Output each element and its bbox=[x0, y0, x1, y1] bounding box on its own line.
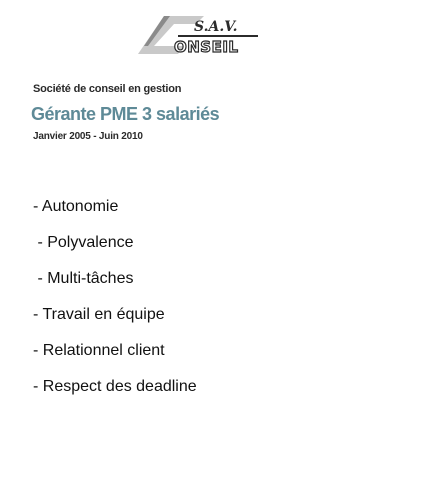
skill-item: - Travail en équipe bbox=[33, 306, 165, 323]
skill-item: - Autonomie bbox=[33, 198, 119, 215]
skill-item: - Multi-tâches bbox=[33, 270, 134, 287]
employment-dates: Janvier 2005 - Juin 2010 bbox=[33, 131, 143, 142]
company-description: Société de conseil en gestion bbox=[33, 83, 182, 95]
logo-bottom-text: ONSEIL bbox=[174, 38, 239, 56]
logo-bar bbox=[178, 35, 258, 37]
skill-item: - Relationnel client bbox=[33, 342, 165, 359]
logo-top-text: S.A.V. bbox=[194, 19, 238, 35]
company-logo: S.A.V. ONSEIL bbox=[134, 14, 264, 58]
sav-conseil-logo-icon: S.A.V. ONSEIL bbox=[138, 16, 258, 57]
skill-item: - Respect des deadline bbox=[33, 378, 197, 395]
skill-item: - Polyvalence bbox=[33, 234, 134, 251]
job-title: Gérante PME 3 salariés bbox=[31, 104, 220, 124]
